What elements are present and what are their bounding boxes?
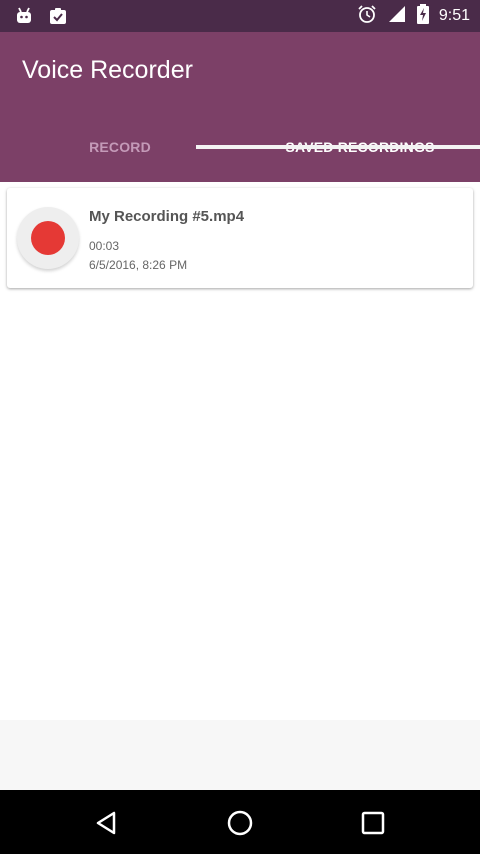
navigation-bar (0, 790, 480, 854)
record-icon (17, 207, 79, 269)
recording-date: 6/5/2016, 8:26 PM (89, 258, 188, 272)
back-icon[interactable] (90, 806, 124, 840)
alarm-icon (357, 4, 377, 29)
signal-icon (387, 4, 407, 29)
home-icon[interactable] (223, 806, 257, 840)
app-title: Voice Recorder (22, 56, 193, 84)
recording-name: My Recording #5.mp4 (89, 208, 245, 225)
tab-indicator (196, 145, 480, 149)
battery-charging-icon (416, 3, 429, 29)
recordings-list: My Recording #5.mp4 00:03 6/5/2016, 8:26… (0, 182, 480, 720)
clock-time: 9:51 (438, 7, 470, 24)
record-dot (31, 221, 65, 255)
recents-icon[interactable] (356, 806, 390, 840)
android-icon (14, 6, 34, 31)
clipboard-check-icon (48, 6, 68, 31)
bottom-area (0, 720, 480, 790)
status-bar: 9:51 (0, 0, 480, 32)
app-bar: Voice Recorder RECORD SAVED RECORDINGS (0, 32, 480, 182)
recording-card[interactable]: My Recording #5.mp4 00:03 6/5/2016, 8:26… (7, 188, 473, 288)
recording-duration: 00:03 (89, 239, 120, 253)
